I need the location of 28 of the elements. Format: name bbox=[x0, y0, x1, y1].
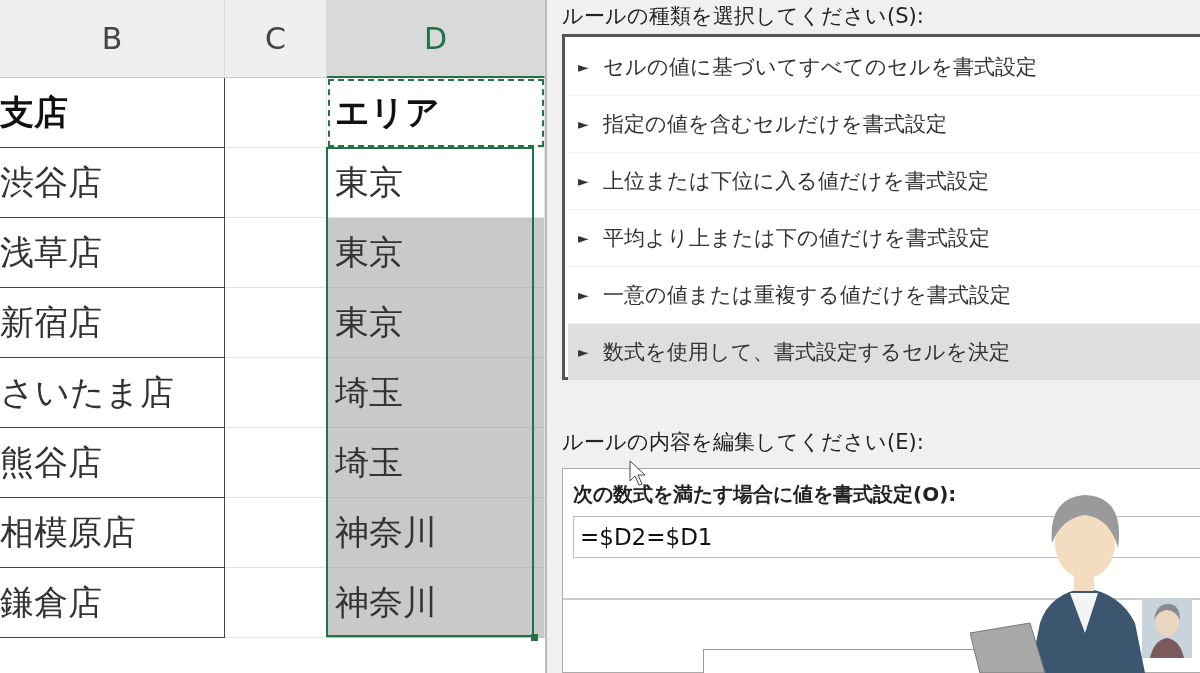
formula-label: 次の数式を満たす場合に値を書式設定(O): bbox=[573, 481, 958, 508]
column-header[interactable]: D bbox=[327, 0, 545, 78]
table-cell: 東京 bbox=[327, 218, 545, 288]
rule-type-item[interactable]: ► 指定の値を含むセルだけを書式設定 bbox=[568, 96, 1200, 153]
rule-type-item[interactable]: ► 平均より上または下の値だけを書式設定 bbox=[568, 210, 1200, 267]
table-cell: さいたま店 bbox=[0, 358, 225, 428]
table-cell: 新宿店 bbox=[0, 288, 225, 358]
formula-field[interactable]: =$D2=$D1 bbox=[573, 516, 1200, 558]
table-cell: 相模原店 bbox=[0, 498, 225, 568]
table-cell: 埼玉 bbox=[327, 358, 545, 428]
table-cell: 神奈川 bbox=[327, 498, 545, 568]
rule-type-item[interactable]: ► 上位または下位に入る値だけを書式設定 bbox=[568, 153, 1200, 210]
table-cell: 埼玉 bbox=[327, 428, 545, 498]
table-cell: 鎌倉店 bbox=[0, 568, 225, 638]
table-cell: 神奈川 bbox=[327, 568, 545, 638]
section-label: ルールの種類を選択してください(S): bbox=[562, 3, 925, 28]
rule-type-item[interactable]: ► 数式を使用して、書式設定するセルを決定 bbox=[568, 324, 1200, 381]
table-cell: エリア bbox=[327, 78, 545, 148]
table-cell: 渋谷店 bbox=[0, 148, 225, 218]
table-cell: 東京 bbox=[327, 288, 545, 358]
table-cell: 支店 bbox=[0, 78, 225, 148]
column-header[interactable]: C bbox=[225, 0, 327, 78]
rule-type-item[interactable]: ► セルの値に基づいてすべてのセルを書式設定 bbox=[568, 39, 1200, 96]
column-header[interactable]: B bbox=[0, 0, 225, 78]
table-cell: 浅草店 bbox=[0, 218, 225, 288]
fill-handle[interactable] bbox=[531, 634, 538, 641]
table-cell: 熊谷店 bbox=[0, 428, 225, 498]
section-label: ルールの内容を編集してください(E): bbox=[562, 429, 925, 456]
